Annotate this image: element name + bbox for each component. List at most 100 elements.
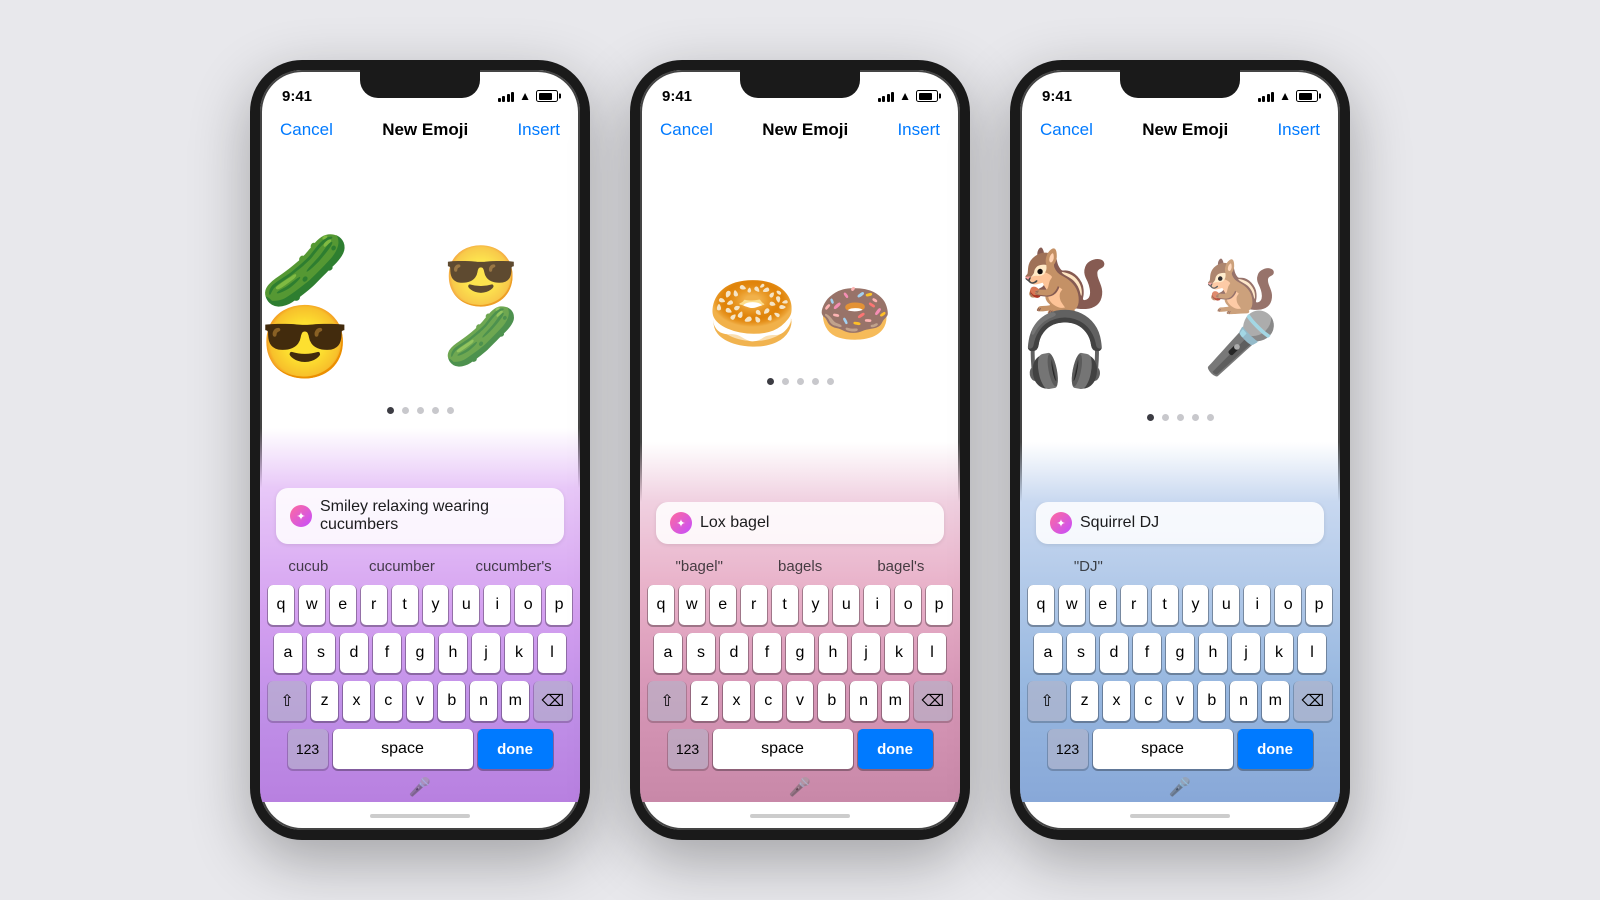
cancel-button-2[interactable]: Cancel bbox=[660, 120, 713, 140]
key-m-3[interactable]: m bbox=[1262, 681, 1289, 721]
key-q-2[interactable]: q bbox=[648, 585, 674, 625]
key-r-3[interactable]: r bbox=[1121, 585, 1147, 625]
key-w-2[interactable]: w bbox=[679, 585, 705, 625]
key-t-3[interactable]: t bbox=[1152, 585, 1178, 625]
mic-icon-2[interactable]: 🎤 bbox=[789, 777, 811, 798]
key-o-2[interactable]: o bbox=[895, 585, 921, 625]
key-done-1[interactable]: done bbox=[478, 729, 553, 769]
suggestion-1-2[interactable]: cucumber bbox=[369, 558, 435, 575]
key-h-2[interactable]: h bbox=[819, 633, 847, 673]
key-v-1[interactable]: v bbox=[407, 681, 434, 721]
key-j-1[interactable]: j bbox=[472, 633, 500, 673]
key-k-2[interactable]: k bbox=[885, 633, 913, 673]
key-g-2[interactable]: g bbox=[786, 633, 814, 673]
key-d-1[interactable]: d bbox=[340, 633, 368, 673]
key-k-1[interactable]: k bbox=[505, 633, 533, 673]
key-d-2[interactable]: d bbox=[720, 633, 748, 673]
mic-icon-1[interactable]: 🎤 bbox=[409, 777, 431, 798]
key-b-1[interactable]: b bbox=[438, 681, 465, 721]
key-m-2[interactable]: m bbox=[882, 681, 909, 721]
key-y-3[interactable]: y bbox=[1183, 585, 1209, 625]
key-q-1[interactable]: q bbox=[268, 585, 294, 625]
key-j-2[interactable]: j bbox=[852, 633, 880, 673]
key-n-2[interactable]: n bbox=[850, 681, 877, 721]
key-c-3[interactable]: c bbox=[1135, 681, 1162, 721]
key-f-1[interactable]: f bbox=[373, 633, 401, 673]
key-shift-2[interactable]: ⇧ bbox=[648, 681, 686, 721]
key-i-1[interactable]: i bbox=[484, 585, 510, 625]
key-i-3[interactable]: i bbox=[1244, 585, 1270, 625]
key-m-1[interactable]: m bbox=[502, 681, 529, 721]
emoji-primary-3[interactable]: 🐿️🎧 bbox=[1020, 242, 1184, 386]
key-f-2[interactable]: f bbox=[753, 633, 781, 673]
key-g-1[interactable]: g bbox=[406, 633, 434, 673]
key-f-3[interactable]: f bbox=[1133, 633, 1161, 673]
key-c-2[interactable]: c bbox=[755, 681, 782, 721]
key-o-1[interactable]: o bbox=[515, 585, 541, 625]
key-b-3[interactable]: b bbox=[1198, 681, 1225, 721]
insert-button-2[interactable]: Insert bbox=[897, 120, 940, 140]
key-delete-3[interactable]: ⌫ bbox=[1294, 681, 1332, 721]
key-w-3[interactable]: w bbox=[1059, 585, 1085, 625]
key-shift-3[interactable]: ⇧ bbox=[1028, 681, 1066, 721]
key-v-3[interactable]: v bbox=[1167, 681, 1194, 721]
key-done-2[interactable]: done bbox=[858, 729, 933, 769]
suggestion-1-1[interactable]: cucub bbox=[288, 558, 328, 575]
key-y-2[interactable]: y bbox=[803, 585, 829, 625]
key-l-1[interactable]: l bbox=[538, 633, 566, 673]
key-shift-1[interactable]: ⇧ bbox=[268, 681, 306, 721]
key-u-3[interactable]: u bbox=[1213, 585, 1239, 625]
key-z-2[interactable]: z bbox=[691, 681, 718, 721]
key-k-3[interactable]: k bbox=[1265, 633, 1293, 673]
key-v-2[interactable]: v bbox=[787, 681, 814, 721]
key-b-2[interactable]: b bbox=[818, 681, 845, 721]
key-a-3[interactable]: a bbox=[1034, 633, 1062, 673]
key-delete-1[interactable]: ⌫ bbox=[534, 681, 572, 721]
emoji-primary-2[interactable]: 🥯 bbox=[708, 278, 798, 350]
key-space-3[interactable]: space bbox=[1093, 729, 1233, 769]
search-box-2[interactable]: Lox bagel bbox=[656, 502, 944, 544]
search-box-1[interactable]: Smiley relaxing wearing cucumbers bbox=[276, 488, 564, 544]
key-nums-3[interactable]: 123 bbox=[1048, 729, 1088, 769]
key-g-3[interactable]: g bbox=[1166, 633, 1194, 673]
key-z-3[interactable]: z bbox=[1071, 681, 1098, 721]
emoji-secondary-3[interactable]: 🐿️🎤 bbox=[1204, 254, 1340, 374]
key-j-3[interactable]: j bbox=[1232, 633, 1260, 673]
key-n-3[interactable]: n bbox=[1230, 681, 1257, 721]
key-h-3[interactable]: h bbox=[1199, 633, 1227, 673]
key-p-2[interactable]: p bbox=[926, 585, 952, 625]
cancel-button-3[interactable]: Cancel bbox=[1040, 120, 1093, 140]
key-nums-2[interactable]: 123 bbox=[668, 729, 708, 769]
suggestion-2-2[interactable]: bagels bbox=[778, 558, 822, 575]
key-t-1[interactable]: t bbox=[392, 585, 418, 625]
insert-button-1[interactable]: Insert bbox=[517, 120, 560, 140]
suggestion-1-3[interactable]: cucumber's bbox=[475, 558, 551, 575]
emoji-primary-1[interactable]: 🥒😎 bbox=[260, 235, 424, 379]
key-h-1[interactable]: h bbox=[439, 633, 467, 673]
emoji-secondary-1[interactable]: 😎🥒 bbox=[444, 247, 580, 367]
key-space-1[interactable]: space bbox=[333, 729, 473, 769]
key-e-2[interactable]: e bbox=[710, 585, 736, 625]
key-p-1[interactable]: p bbox=[546, 585, 572, 625]
suggestion-2-1[interactable]: "bagel" bbox=[676, 558, 723, 575]
key-nums-1[interactable]: 123 bbox=[288, 729, 328, 769]
key-x-2[interactable]: x bbox=[723, 681, 750, 721]
key-u-1[interactable]: u bbox=[453, 585, 479, 625]
key-a-2[interactable]: a bbox=[654, 633, 682, 673]
suggestion-2-3[interactable]: bagel's bbox=[877, 558, 924, 575]
key-u-2[interactable]: u bbox=[833, 585, 859, 625]
key-r-2[interactable]: r bbox=[741, 585, 767, 625]
key-n-1[interactable]: n bbox=[470, 681, 497, 721]
key-w-1[interactable]: w bbox=[299, 585, 325, 625]
key-c-1[interactable]: c bbox=[375, 681, 402, 721]
key-done-3[interactable]: done bbox=[1238, 729, 1313, 769]
key-s-3[interactable]: s bbox=[1067, 633, 1095, 673]
key-x-1[interactable]: x bbox=[343, 681, 370, 721]
key-q-3[interactable]: q bbox=[1028, 585, 1054, 625]
key-l-2[interactable]: l bbox=[918, 633, 946, 673]
key-y-1[interactable]: y bbox=[423, 585, 449, 625]
key-r-1[interactable]: r bbox=[361, 585, 387, 625]
key-e-1[interactable]: e bbox=[330, 585, 356, 625]
key-p-3[interactable]: p bbox=[1306, 585, 1332, 625]
key-space-2[interactable]: space bbox=[713, 729, 853, 769]
